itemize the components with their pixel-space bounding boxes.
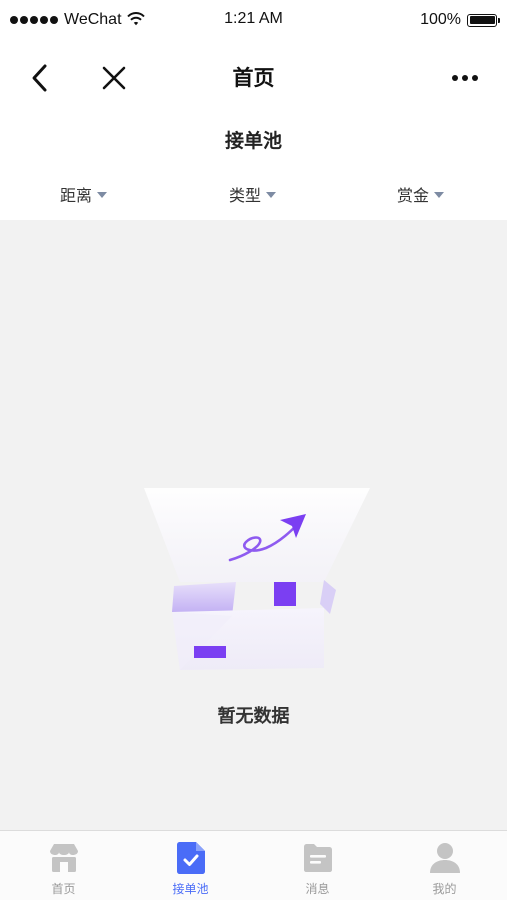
- tab-order-pool[interactable]: 接单池: [127, 831, 254, 900]
- filter-reward[interactable]: 赏金: [397, 176, 445, 212]
- more-button[interactable]: [445, 66, 485, 90]
- status-bar: WeChat 1:21 AM 100%: [0, 0, 507, 40]
- caret-down-icon: [97, 192, 108, 198]
- task-document-icon: [174, 841, 208, 875]
- filter-type[interactable]: 类型: [229, 176, 277, 212]
- status-right: 100%: [420, 10, 500, 30]
- empty-state-text: 暂无数据: [217, 706, 290, 727]
- battery-icon: [467, 13, 500, 27]
- nav-bar: 首页: [0, 40, 507, 116]
- filter-distance[interactable]: 距离: [60, 176, 108, 212]
- caret-down-icon: [266, 192, 277, 198]
- filter-distance-label: 距离: [60, 186, 93, 205]
- filter-type-label: 类型: [229, 186, 262, 205]
- tab-profile[interactable]: 我的: [381, 831, 507, 900]
- tab-profile-label: 我的: [432, 882, 457, 896]
- tab-home[interactable]: 首页: [0, 831, 127, 900]
- caret-down-icon: [434, 192, 445, 198]
- battery-percent: 100%: [420, 11, 461, 28]
- nav-title: 首页: [232, 66, 275, 90]
- filter-bar: 距离 类型 赏金: [0, 176, 507, 212]
- tab-home-label: 首页: [51, 882, 76, 896]
- tab-messages-label: 消息: [305, 882, 330, 896]
- tab-bar: 首页 接单池 消息 我的: [0, 830, 507, 900]
- empty-box-icon: [140, 486, 372, 672]
- tab-messages[interactable]: 消息: [254, 831, 381, 900]
- message-folder-icon: [301, 841, 335, 875]
- store-icon: [47, 841, 81, 875]
- page-title: 接单池: [224, 130, 282, 152]
- more-dots-icon: [452, 75, 458, 81]
- filter-reward-label: 赏金: [397, 186, 430, 205]
- user-icon: [428, 841, 462, 875]
- tab-order-pool-label: 接单池: [172, 882, 209, 896]
